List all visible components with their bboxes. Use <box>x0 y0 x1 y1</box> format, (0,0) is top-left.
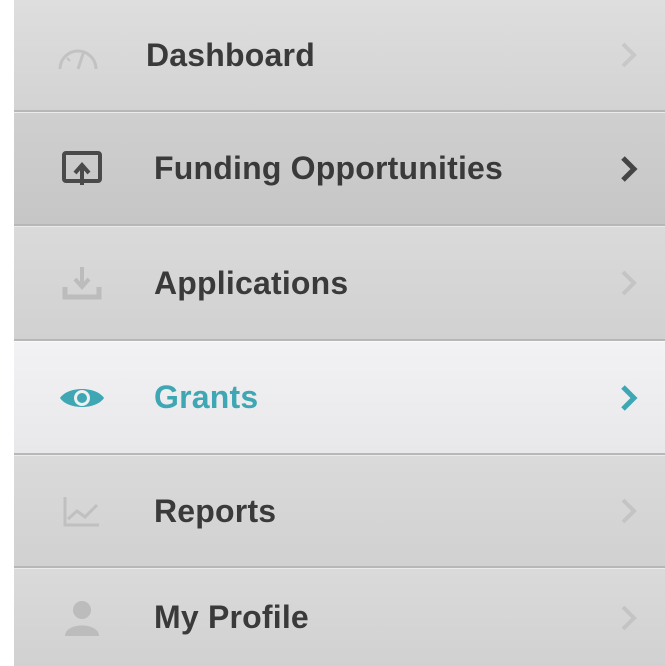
side-menu: Dashboard Funding Opportunities Applicat… <box>14 0 665 666</box>
eye-icon <box>58 378 106 418</box>
menu-item-dashboard[interactable]: Dashboard <box>14 0 665 112</box>
menu-item-applications[interactable]: Applications <box>14 226 665 341</box>
menu-item-label: Grants <box>154 379 259 415</box>
upload-tray-icon <box>58 149 106 189</box>
menu-item-grants[interactable]: Grants <box>14 341 665 455</box>
menu-item-label: Funding Opportunities <box>154 150 504 186</box>
menu-item-funding-opportunities[interactable]: Funding Opportunities <box>14 112 665 226</box>
menu-item-label: Dashboard <box>146 36 315 73</box>
chevron-right-icon <box>617 380 641 416</box>
user-icon <box>58 598 106 638</box>
chevron-right-icon <box>617 151 641 187</box>
chevron-right-icon <box>617 600 641 636</box>
chevron-right-icon <box>617 493 641 529</box>
chevron-right-icon <box>617 37 641 73</box>
menu-item-label: My Profile <box>154 599 309 635</box>
menu-item-label: Reports <box>154 492 277 529</box>
menu-item-reports[interactable]: Reports <box>14 455 665 568</box>
speedometer-icon <box>54 35 102 75</box>
chevron-right-icon <box>617 265 641 301</box>
download-tray-icon <box>58 263 106 303</box>
menu-item-label: Applications <box>154 264 349 301</box>
line-chart-icon <box>58 491 106 531</box>
menu-item-my-profile[interactable]: My Profile <box>14 568 665 666</box>
